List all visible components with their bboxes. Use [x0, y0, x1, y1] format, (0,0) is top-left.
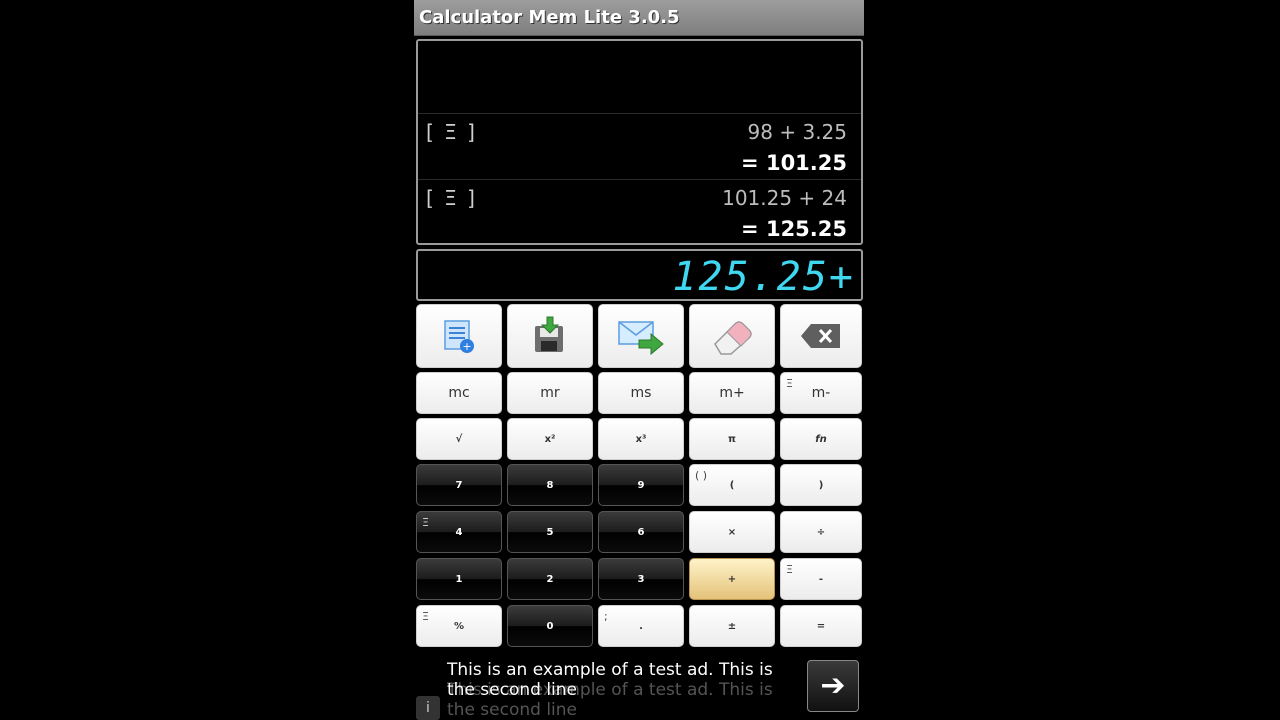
ad-go-arrow-icon[interactable]: ➔ [807, 660, 859, 712]
digit-5-button[interactable]: 5 [507, 511, 593, 553]
history-entry[interactable]: [ Ξ ] 98 + 3.25 = 101.25 [418, 113, 861, 179]
decimal-button[interactable]: ; . [598, 605, 684, 647]
backspace-button[interactable] [780, 304, 862, 368]
key-label: x³ [635, 433, 647, 445]
key-label: 4 [455, 526, 463, 538]
key-label: × [727, 526, 737, 538]
key-label: x² [544, 433, 556, 445]
digit-9-button[interactable]: 9 [598, 464, 684, 506]
key-label: π [728, 433, 736, 445]
svg-text:+: + [462, 340, 471, 353]
multiply-button[interactable]: × [689, 511, 775, 553]
key-label: ÷ [816, 526, 826, 538]
function-button[interactable]: fn [780, 418, 862, 460]
ad-text: This is an example of a test ad. This is… [447, 660, 773, 700]
key-label: 5 [546, 526, 554, 538]
digit-7-button[interactable]: 7 [416, 464, 502, 506]
percent-button[interactable]: Ξ % [416, 605, 502, 647]
history-expression: 98 + 3.25 [747, 120, 847, 144]
cube-button[interactable]: x³ [598, 418, 684, 460]
pi-button[interactable]: π [689, 418, 775, 460]
paren-corner-label: ( ) [695, 469, 708, 482]
menu-corner-icon: Ξ [422, 610, 429, 623]
key-label: ms [630, 385, 652, 401]
digit-2-button[interactable]: 2 [507, 558, 593, 600]
key-label: 7 [455, 479, 463, 491]
digit-4-button[interactable]: Ξ 4 [416, 511, 502, 553]
history-expression: 101.25 + 24 [722, 186, 847, 210]
history-panel[interactable]: [ Ξ ] 98 + 3.25 = 101.25 [ Ξ ] 101.25 + … [416, 39, 863, 245]
key-label: = [816, 620, 826, 632]
key-label: 6 [637, 526, 645, 538]
history-result: = 101.25 [741, 151, 847, 175]
digit-8-button[interactable]: 8 [507, 464, 593, 506]
key-label: 9 [637, 479, 645, 491]
square-button[interactable]: x² [507, 418, 593, 460]
key-label: m+ [719, 385, 745, 401]
digit-1-button[interactable]: 1 [416, 558, 502, 600]
key-label: + [727, 573, 737, 585]
app-title: Calculator Mem Lite 3.0.5 [419, 7, 680, 28]
history-menu-icon[interactable]: [ Ξ ] [426, 186, 477, 210]
save-button[interactable] [507, 304, 593, 368]
divide-button[interactable]: ÷ [780, 511, 862, 553]
minus-button[interactable]: Ξ - [780, 558, 862, 600]
m-minus-button[interactable]: Ξ m- [780, 372, 862, 414]
sqrt-button[interactable]: √ [416, 418, 502, 460]
key-label: fn [815, 433, 827, 445]
calculator-app: Calculator Mem Lite 3.0.5 [ Ξ ] 98 + 3.2… [414, 0, 864, 720]
key-label: 2 [546, 573, 554, 585]
open-paren-button[interactable]: ( ) ( [689, 464, 775, 506]
save-download-icon [535, 316, 563, 352]
m-plus-button[interactable]: m+ [689, 372, 775, 414]
eraser-icon [714, 321, 752, 355]
clear-button[interactable] [689, 304, 775, 368]
calculator-display: 125.25+ [416, 249, 863, 301]
mr-button[interactable]: mr [507, 372, 593, 414]
send-email-button[interactable] [598, 304, 684, 368]
key-label: - [818, 573, 824, 585]
equals-button[interactable]: = [780, 605, 862, 647]
digit-3-button[interactable]: 3 [598, 558, 684, 600]
history-result: = 125.25 [741, 217, 847, 241]
ad-banner[interactable]: This is an example of a test ad. This is… [414, 652, 864, 720]
key-label: 1 [455, 573, 463, 585]
key-label: m- [811, 385, 831, 401]
key-label: 3 [637, 573, 645, 585]
semicolon-corner-label: ; [604, 610, 608, 623]
key-label: mc [448, 385, 470, 401]
mc-button[interactable]: mc [416, 372, 502, 414]
ms-button[interactable]: ms [598, 372, 684, 414]
menu-corner-icon: Ξ [786, 377, 793, 390]
key-label: . [639, 620, 643, 632]
key-label: ( [729, 479, 735, 491]
info-icon[interactable]: i [416, 696, 440, 720]
key-label: √ [455, 433, 463, 445]
plus-minus-button[interactable]: ± [689, 605, 775, 647]
history-entry[interactable]: [ Ξ ] 101.25 + 24 = 125.25 [418, 179, 861, 245]
key-label: mr [540, 385, 560, 401]
key-label: ) [818, 479, 824, 491]
key-label: ± [727, 620, 737, 632]
digit-6-button[interactable]: 6 [598, 511, 684, 553]
title-bar: Calculator Mem Lite 3.0.5 [414, 0, 864, 36]
add-note-button[interactable]: + [416, 304, 502, 368]
key-label: % [453, 620, 465, 632]
menu-corner-icon: Ξ [786, 563, 793, 576]
email-send-icon [618, 321, 664, 356]
menu-corner-icon: Ξ [422, 516, 429, 529]
key-label: 0 [546, 620, 554, 632]
notes-add-icon: + [444, 320, 474, 353]
backspace-icon [801, 324, 840, 348]
display-value: 125.25+ [672, 254, 855, 300]
plus-button[interactable]: + [689, 558, 775, 600]
history-menu-icon[interactable]: [ Ξ ] [426, 120, 477, 144]
close-paren-button[interactable]: ) [780, 464, 862, 506]
digit-0-button[interactable]: 0 [507, 605, 593, 647]
key-label: 8 [546, 479, 554, 491]
